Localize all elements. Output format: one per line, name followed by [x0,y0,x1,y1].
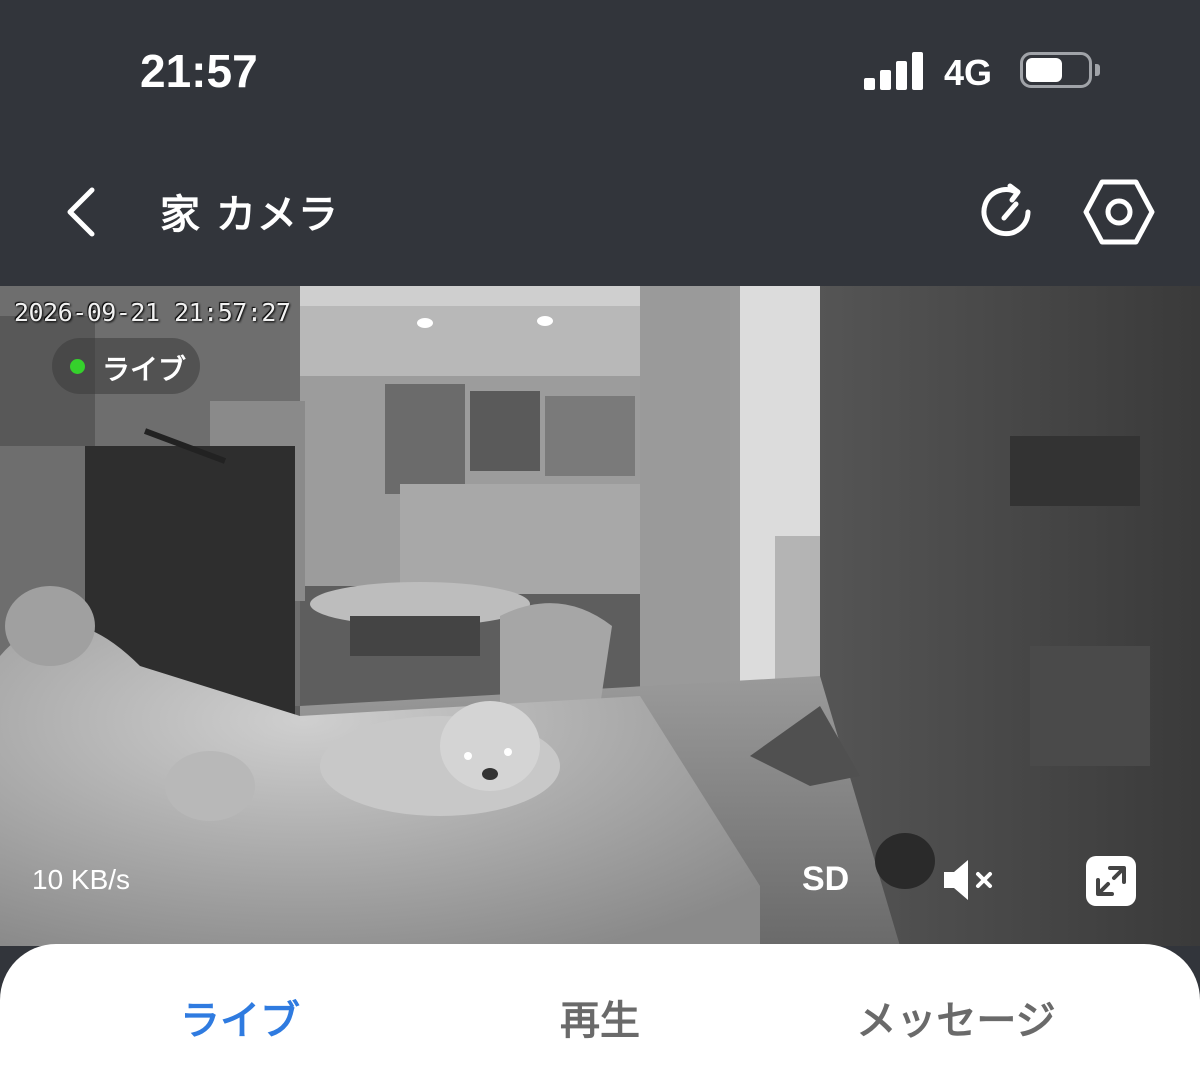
refresh-button[interactable] [976,180,1040,244]
chevron-left-icon [67,187,95,237]
status-time: 21:57 [140,45,258,97]
tab-bar: ライブ 再生 メッセージ [0,944,1200,1074]
refresh-icon [981,183,1031,237]
video-timestamp: 2026-09-21 21:57:27 [14,298,291,327]
tab-live[interactable]: ライブ [60,988,420,1046]
tab-playback[interactable]: 再生 [420,988,780,1046]
network-type: 4G [944,52,993,93]
fullscreen-icon [1086,856,1136,906]
back-button[interactable] [56,184,112,240]
quality-button[interactable]: SD [802,860,849,899]
navigation-bar: 家 カメラ [0,140,1200,286]
mute-button[interactable] [940,854,1000,906]
bitrate-readout: 10 KB/s [32,864,131,895]
status-bar: 21:57 4G [0,0,1200,140]
battery-icon [1020,52,1100,90]
hexagon-settings-icon [1083,179,1155,245]
live-indicator: ライブ [52,338,200,394]
live-status-dot [70,359,85,374]
mute-icon [944,860,992,900]
live-label: ライブ [102,353,187,386]
cellular-signal-icon [864,52,926,90]
fullscreen-button[interactable] [1084,854,1138,908]
camera-live-video[interactable]: 2026-09-21 21:57:27 ライブ 10 KB/s SD [0,286,1200,946]
settings-button[interactable] [1082,178,1156,246]
page-title: 家 カメラ [160,192,339,238]
tab-messages[interactable]: メッセージ [776,988,1136,1046]
